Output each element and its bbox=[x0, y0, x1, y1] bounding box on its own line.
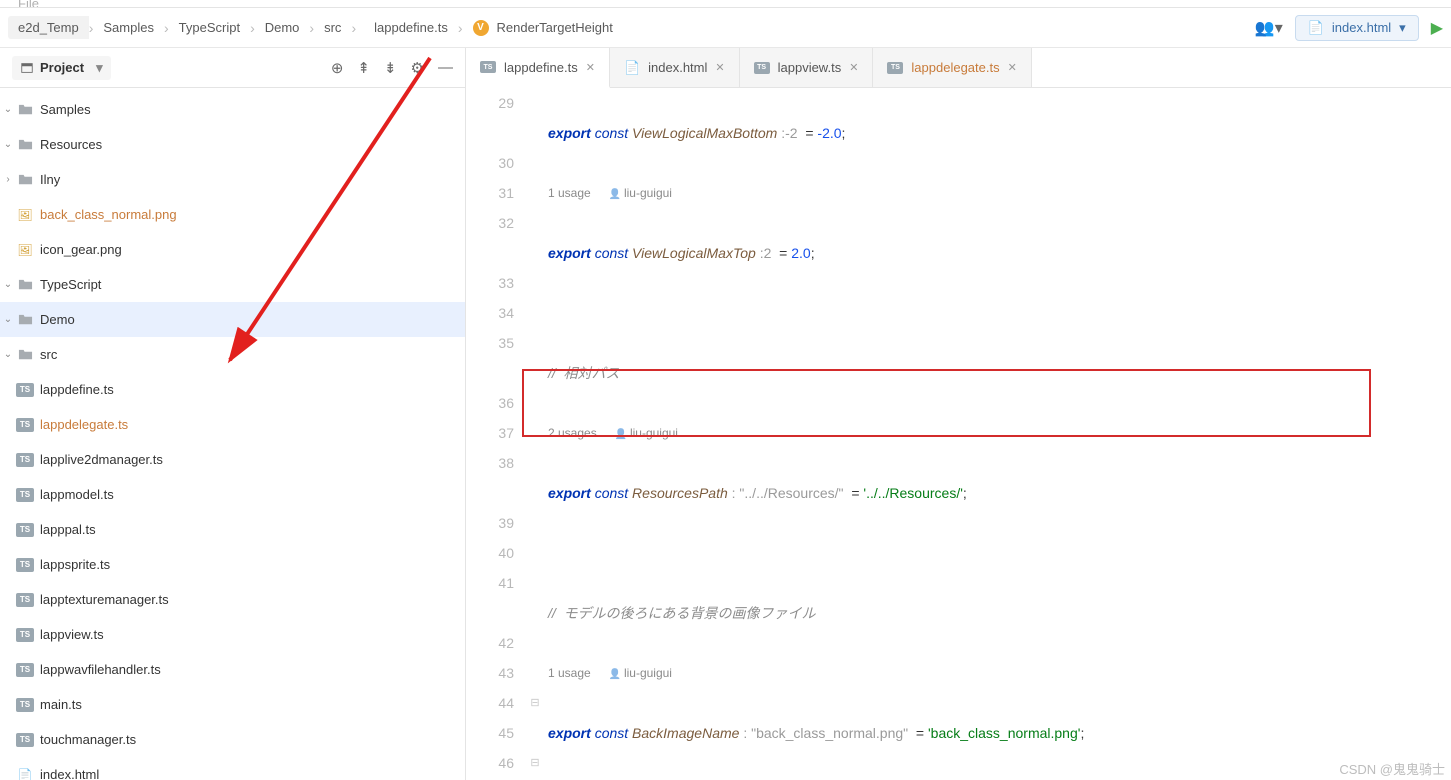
project-tree: ⌄Samples ⌄Resources ›Ilny 🖼back_class_no… bbox=[0, 88, 465, 780]
tree-file[interactable]: lappview.ts bbox=[0, 617, 465, 652]
ts-icon bbox=[16, 698, 34, 712]
image-icon: 🖼 bbox=[16, 206, 34, 224]
ts-icon: TS bbox=[480, 61, 496, 73]
tree-file[interactable]: 🖼icon_gear.png bbox=[0, 232, 465, 267]
gutter: 293031 323334 353637 383940 414243 44454… bbox=[466, 88, 528, 780]
menubar: File bbox=[0, 0, 1451, 8]
html-icon: 📄 bbox=[1308, 20, 1324, 36]
ts-icon bbox=[16, 523, 34, 537]
editor-tabs: TSlappdefine.ts✕ 📄index.html✕ TSlappview… bbox=[466, 48, 1451, 88]
folder-icon bbox=[16, 311, 34, 329]
editor-area: TSlappdefine.ts✕ 📄index.html✕ TSlappview… bbox=[466, 48, 1451, 780]
tree-file[interactable]: 🖼back_class_normal.png bbox=[0, 197, 465, 232]
hide-icon[interactable]: — bbox=[438, 59, 453, 77]
code-editor[interactable]: 293031 323334 353637 383940 414243 44454… bbox=[466, 88, 1451, 780]
breadcrumb[interactable]: lappdefine.ts bbox=[356, 16, 458, 39]
folder-icon bbox=[16, 346, 34, 364]
breadcrumb[interactable]: TypeScript bbox=[169, 16, 250, 39]
ts-icon bbox=[16, 488, 34, 502]
ts-icon bbox=[16, 453, 34, 467]
tree-file[interactable]: touchmanager.ts bbox=[0, 722, 465, 757]
folder-icon bbox=[16, 276, 34, 294]
watermark: CSDN @鬼鬼骑士 bbox=[1339, 759, 1445, 778]
tree-folder[interactable]: ⌄Demo bbox=[0, 302, 465, 337]
tab-index[interactable]: 📄index.html✕ bbox=[610, 48, 740, 87]
tree-folder[interactable]: ⌄Samples bbox=[0, 92, 465, 127]
image-icon: 🖼 bbox=[16, 241, 34, 259]
html-icon: 📄 bbox=[624, 60, 640, 76]
folder-icon bbox=[16, 101, 34, 119]
tree-file[interactable]: lapptexturemanager.ts bbox=[0, 582, 465, 617]
close-icon[interactable]: ✕ bbox=[1008, 61, 1017, 74]
tree-file[interactable]: lappsprite.ts bbox=[0, 547, 465, 582]
breadcrumb[interactable]: Samples bbox=[93, 16, 164, 39]
fold-column: ⊟⊟ bbox=[528, 88, 542, 780]
tree-file[interactable]: 📄index.html bbox=[0, 757, 465, 780]
select-opened-icon[interactable]: ⊕ bbox=[331, 59, 344, 77]
ts-icon bbox=[16, 628, 34, 642]
ts-icon bbox=[16, 383, 34, 397]
folder-icon bbox=[16, 136, 34, 154]
tree-folder[interactable]: ⌄Resources bbox=[0, 127, 465, 162]
breadcrumb[interactable]: Demo bbox=[255, 16, 310, 39]
project-sidebar: Project ▾ ⊕ ⇞ ⇟ ⚙ — ⌄Samples ⌄Resources … bbox=[0, 48, 466, 780]
gear-icon[interactable]: ⚙ bbox=[411, 59, 424, 77]
run-config-selector[interactable]: 📄 index.html ▾ bbox=[1295, 15, 1419, 41]
close-icon[interactable]: ✕ bbox=[586, 61, 595, 74]
tree-file[interactable]: main.ts bbox=[0, 687, 465, 722]
ts-icon bbox=[16, 593, 34, 607]
expand-icon[interactable]: ⇞ bbox=[357, 59, 370, 77]
run-button[interactable]: ▶ bbox=[1431, 18, 1443, 38]
collapse-icon[interactable]: ⇟ bbox=[384, 59, 397, 77]
people-icon[interactable]: 👥▾ bbox=[1255, 18, 1283, 38]
tab-lappview[interactable]: TSlappview.ts✕ bbox=[740, 48, 874, 87]
folder-icon bbox=[16, 171, 34, 189]
ts-icon: TS bbox=[754, 62, 770, 74]
code-content[interactable]: export const ViewLogicalMaxBottom :-2 = … bbox=[542, 88, 1451, 780]
ts-icon bbox=[16, 418, 34, 432]
tab-lappdefine[interactable]: TSlappdefine.ts✕ bbox=[466, 48, 610, 88]
tree-file[interactable]: lapppal.ts bbox=[0, 512, 465, 547]
breadcrumb[interactable]: VRenderTargetHeight bbox=[463, 16, 623, 40]
chevron-down-icon: ▾ bbox=[96, 60, 103, 76]
breadcrumb[interactable]: src bbox=[314, 16, 351, 39]
project-selector[interactable]: Project ▾ bbox=[12, 56, 111, 80]
close-icon[interactable]: ✕ bbox=[715, 61, 724, 74]
close-icon[interactable]: ✕ bbox=[849, 61, 858, 74]
ts-icon bbox=[16, 733, 34, 747]
menu-file[interactable]: File bbox=[18, 0, 39, 8]
ts-icon: TS bbox=[887, 62, 903, 74]
breadcrumb[interactable]: e2d_Temp bbox=[8, 16, 89, 39]
variable-icon: V bbox=[473, 20, 489, 36]
breadcrumb-bar: e2d_Temp› Samples› TypeScript› Demo› src… bbox=[0, 8, 1451, 48]
tree-file[interactable]: lappmodel.ts bbox=[0, 477, 465, 512]
sidebar-header: Project ▾ ⊕ ⇞ ⇟ ⚙ — bbox=[0, 48, 465, 88]
html-icon: 📄 bbox=[16, 766, 34, 780]
chevron-down-icon: ▾ bbox=[1399, 20, 1406, 36]
tab-lappdelegate[interactable]: TSlappdelegate.ts✕ bbox=[873, 48, 1031, 87]
tree-file[interactable]: lappdelegate.ts bbox=[0, 407, 465, 442]
tree-folder[interactable]: ⌄TypeScript bbox=[0, 267, 465, 302]
ts-icon bbox=[16, 558, 34, 572]
project-icon bbox=[20, 61, 34, 75]
ts-icon bbox=[16, 663, 34, 677]
tree-folder[interactable]: ⌄src bbox=[0, 337, 465, 372]
tree-folder[interactable]: ›Ilny bbox=[0, 162, 465, 197]
tree-file[interactable]: lapplive2dmanager.ts bbox=[0, 442, 465, 477]
tree-file[interactable]: lappdefine.ts bbox=[0, 372, 465, 407]
tree-file[interactable]: lappwavfilehandler.ts bbox=[0, 652, 465, 687]
